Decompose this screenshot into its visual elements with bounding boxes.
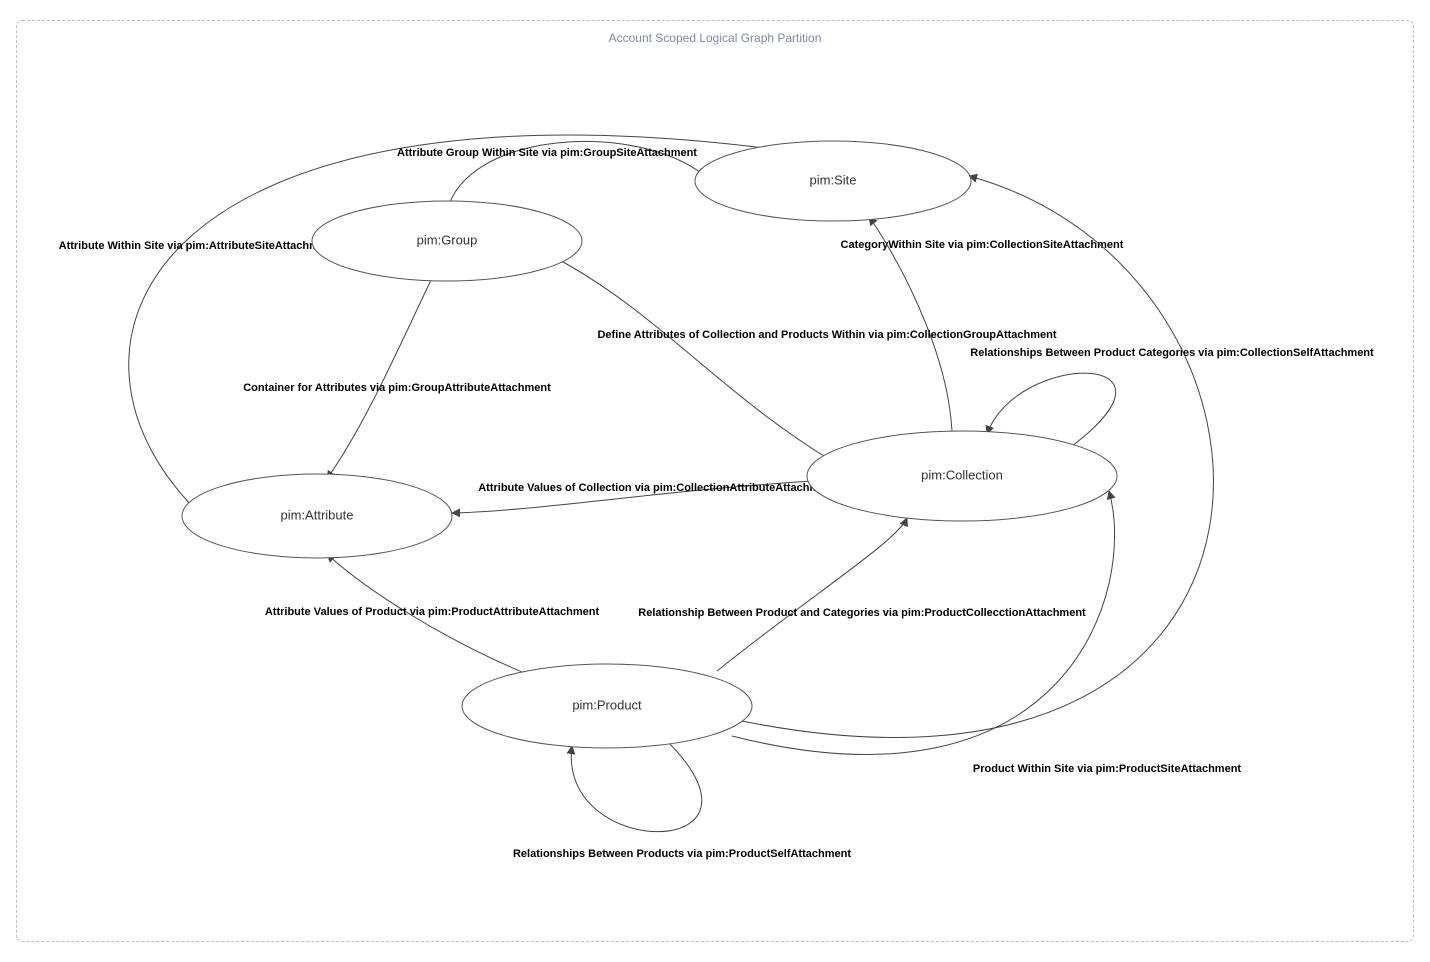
edge-label-product-self: Relationships Between Products via pim:P…: [513, 848, 851, 860]
edge-label-collection-group: Define Attributes of Collection and Prod…: [597, 329, 1056, 341]
graph-svg: Attribute Group Within Site via pim:Grou…: [17, 21, 1415, 943]
edge-group-attribute: [327, 278, 432, 479]
node-label-product: pim:Product: [572, 697, 642, 712]
graph-partition: Account Scoped Logical Graph Partition A…: [16, 20, 1414, 942]
edge-product-collection: [717, 518, 907, 671]
edge-label-product-site: Product Within Site via pim:ProductSiteA…: [973, 763, 1242, 775]
edge-attribute-site: [129, 135, 787, 511]
edge-label-collection-self: Relationships Between Product Categories…: [970, 347, 1374, 359]
edge-product-collection-outer: [732, 491, 1115, 754]
edge-label-collection-attribute: Attribute Values of Collection via pim:C…: [478, 482, 836, 494]
edge-label-group-site: Attribute Group Within Site via pim:Grou…: [397, 147, 697, 159]
edge-label-product-collection: Relationship Between Product and Categor…: [638, 607, 1086, 619]
node-label-group: pim:Group: [417, 232, 478, 247]
edge-collection-group: [552, 256, 832, 461]
edge-label-collection-site: CategoryWithin Site via pim:CollectionSi…: [841, 239, 1124, 251]
node-label-collection: pim:Collection: [921, 467, 1003, 482]
node-label-attribute: pim:Attribute: [281, 507, 354, 522]
node-label-site: pim:Site: [810, 172, 857, 187]
edge-label-product-attribute: Attribute Values of Product via pim:Prod…: [265, 606, 600, 618]
edge-label-attribute-site: Attribute Within Site via pim:AttributeS…: [59, 240, 336, 252]
edge-product-self: [571, 741, 702, 832]
edge-label-group-attribute: Container for Attributes via pim:GroupAt…: [243, 382, 551, 394]
